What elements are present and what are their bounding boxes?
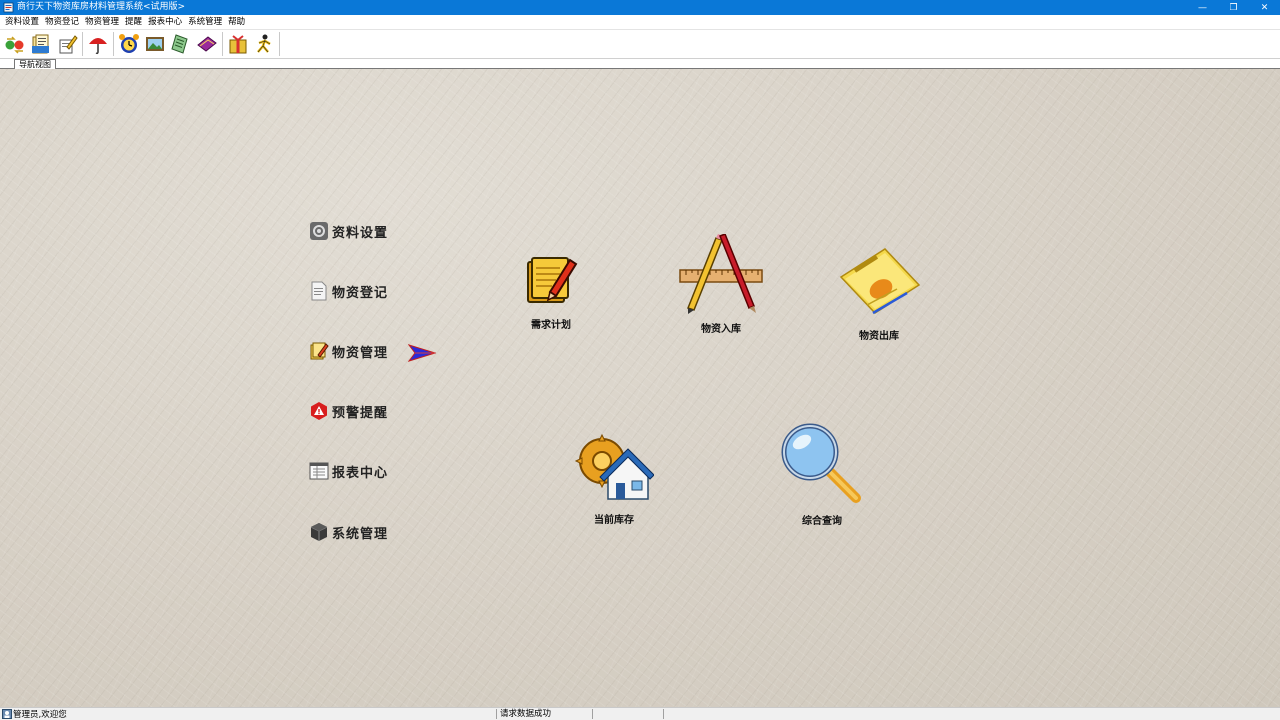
- nav-item-warning-reminder[interactable]: 预警提醒: [309, 401, 388, 421]
- status-message: 请求数据成功: [500, 709, 552, 719]
- plan-notes-icon: [527, 257, 578, 303]
- status-user-text: 管理员,欢迎您: [13, 710, 67, 720]
- picture-icon[interactable]: [142, 31, 168, 57]
- status-user: 管理员,欢迎您: [2, 708, 67, 720]
- settings-icon: [309, 221, 329, 241]
- menu-item-material-manage[interactable]: 物资管理: [82, 15, 122, 29]
- status-divider: [496, 709, 497, 719]
- nav-item-label: 物资管理: [332, 345, 389, 361]
- nav-item-system-manage[interactable]: 系统管理: [309, 522, 388, 542]
- magnifier-icon: [781, 423, 861, 503]
- tab-navigation-view[interactable]: 导航视图: [14, 59, 56, 69]
- menu-item-reports[interactable]: 报表中心: [145, 15, 185, 29]
- navigation-view: 资料设置 物资登记 物资管理 预警提醒 报表中心 系统管理 需求计划 物资入库 …: [0, 69, 1280, 707]
- minimize-button[interactable]: —: [1187, 0, 1218, 15]
- document-icon: [309, 281, 329, 301]
- cube-icon: [309, 522, 329, 542]
- function-stock-in[interactable]: 物资入库: [678, 234, 764, 335]
- function-label: 需求计划: [531, 320, 571, 331]
- menu-item-reminder[interactable]: 提醒: [122, 15, 145, 29]
- edit-note-icon[interactable]: [54, 31, 80, 57]
- nav-item-label: 报表中心: [332, 465, 389, 481]
- menu-bar: 资料设置 物资登记 物资管理 提醒 报表中心 系统管理 帮助: [0, 15, 1280, 29]
- window-controls: — ❐ ✕: [1187, 0, 1280, 15]
- status-divider: [663, 709, 664, 719]
- toolbar-separator: [279, 32, 280, 56]
- function-label: 综合查询: [802, 516, 842, 527]
- house-gear-icon: [574, 433, 654, 500]
- nav-item-report-center[interactable]: 报表中心: [309, 461, 388, 481]
- function-general-query[interactable]: 综合查询: [780, 422, 864, 527]
- nav-item-material-manage[interactable]: 物资管理: [309, 341, 388, 361]
- function-current-stock[interactable]: 当前库存: [574, 431, 654, 526]
- gift-icon[interactable]: [225, 31, 251, 57]
- nav-item-label: 物资登记: [332, 285, 389, 301]
- menu-item-data-settings[interactable]: 资料设置: [2, 15, 42, 29]
- title-bar: 商行天下物资库房材料管理系统<试用版> — ❐ ✕: [0, 0, 1280, 15]
- function-label: 物资入库: [701, 324, 741, 335]
- folder-docs-icon[interactable]: [28, 31, 54, 57]
- function-stock-out[interactable]: 物资出库: [837, 247, 921, 342]
- exchange-icon[interactable]: [2, 31, 28, 57]
- status-divider: [592, 709, 593, 719]
- runner-icon[interactable]: [251, 31, 277, 57]
- close-button[interactable]: ✕: [1249, 0, 1280, 15]
- toolbar-separator: [82, 32, 83, 56]
- notebook-icon[interactable]: [168, 31, 194, 57]
- warning-icon: [309, 401, 329, 421]
- nav-item-label: 资料设置: [332, 225, 389, 241]
- toolbar: [0, 29, 1280, 59]
- toolbar-separator: [113, 32, 114, 56]
- notes-pencil-icon: [309, 341, 329, 361]
- app-icon: [3, 2, 14, 13]
- menu-item-material-register[interactable]: 物资登记: [42, 15, 82, 29]
- nav-item-data-settings[interactable]: 资料设置: [309, 221, 388, 241]
- umbrella-icon[interactable]: [85, 31, 111, 57]
- alarm-clock-icon[interactable]: [116, 31, 142, 57]
- tab-strip: 导航视图: [0, 59, 1280, 69]
- selected-arrow-icon: [408, 344, 436, 362]
- news-paper-icon: [839, 248, 921, 315]
- status-bar: 管理员,欢迎您 请求数据成功: [0, 707, 1280, 720]
- function-demand-plan[interactable]: 需求计划: [522, 252, 580, 331]
- nav-item-label: 系统管理: [332, 526, 389, 542]
- toolbar-separator: [222, 32, 223, 56]
- report-icon: [309, 461, 329, 481]
- maximize-button[interactable]: ❐: [1218, 0, 1249, 15]
- book-icon[interactable]: [194, 31, 220, 57]
- nav-item-label: 预警提醒: [332, 405, 389, 421]
- nav-item-material-register[interactable]: 物资登记: [309, 281, 388, 301]
- pencil-ruler-icon: [679, 234, 763, 314]
- menu-item-help[interactable]: 帮助: [225, 15, 248, 29]
- menu-item-system[interactable]: 系统管理: [185, 15, 225, 29]
- user-icon: [2, 709, 12, 719]
- function-label: 当前库存: [594, 515, 634, 526]
- window-title: 商行天下物资库房材料管理系统<试用版>: [17, 2, 186, 12]
- function-label: 物资出库: [859, 331, 899, 342]
